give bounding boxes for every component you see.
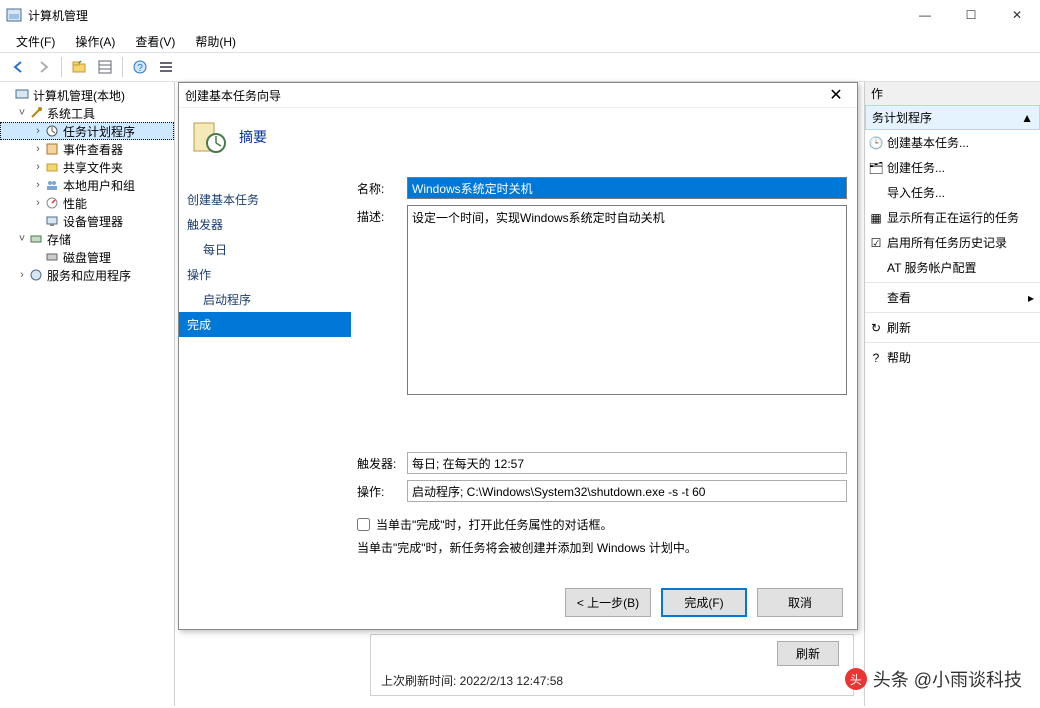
wizard-icon (189, 118, 227, 156)
up-button[interactable] (67, 55, 91, 79)
nav-trigger-daily[interactable]: 每日 (179, 237, 351, 262)
status-area: 上次刷新时间: 2022/2/13 12:47:58 刷新 (370, 634, 854, 696)
perf-icon (44, 195, 60, 211)
props-button[interactable] (93, 55, 117, 79)
tree-services[interactable]: ›服务和应用程序 (0, 266, 174, 284)
menu-help[interactable]: 帮助(H) (187, 31, 244, 52)
close-button[interactable]: ✕ (994, 0, 1040, 30)
users-icon (44, 177, 60, 193)
info-text: 当单击"完成"时，新任务将会被创建并添加到 Windows 计划中。 (357, 539, 847, 556)
open-props-checkbox[interactable] (357, 518, 370, 531)
toolbar: ? (0, 52, 1040, 82)
nav-finish[interactable]: 完成 (179, 312, 351, 337)
window-title: 计算机管理 (28, 7, 88, 24)
nav-action[interactable]: 操作 (179, 262, 351, 287)
svg-text:?: ? (137, 63, 143, 74)
window-buttons: — ☐ ✕ (902, 0, 1040, 30)
desc-label: 描述: (357, 205, 407, 225)
action-import[interactable]: 导入任务... (865, 180, 1040, 205)
history-icon: ☑ (869, 236, 883, 250)
watermark-icon: 头 (845, 668, 867, 690)
name-label: 名称: (357, 177, 407, 197)
name-input[interactable] (407, 177, 847, 199)
event-icon (44, 141, 60, 157)
list-button[interactable] (154, 55, 178, 79)
nav-back-button[interactable] (6, 55, 30, 79)
dialog-body: 创建基本任务 触发器 每日 操作 启动程序 完成 名称: 描述: 设定一个时间，… (179, 165, 857, 578)
action-create-basic[interactable]: 🕒创建基本任务... (865, 130, 1040, 155)
help-icon: ? (869, 351, 883, 365)
refresh-icon: ↻ (869, 321, 883, 335)
refresh-button[interactable]: 刷新 (777, 641, 839, 666)
device-icon (44, 213, 60, 229)
checkbox-label: 当单击"完成"时，打开此任务属性的对话框。 (376, 516, 613, 533)
action-at-account[interactable]: AT 服务帐户配置 (865, 255, 1040, 280)
storage-icon (28, 231, 44, 247)
running-icon: ▦ (869, 211, 883, 225)
wizard-form: 名称: 描述: 设定一个时间，实现Windows系统定时自动关机 触发器: 操作… (351, 165, 857, 578)
tree-event-viewer[interactable]: ›事件查看器 (0, 140, 174, 158)
last-refresh-label: 上次刷新时间: 2022/2/13 12:47:58 (381, 672, 563, 689)
dialog-title: 创建基本任务向导 (185, 87, 281, 104)
task-icon: 🗂 (869, 161, 883, 175)
actions-section: 务计划程序▲ (865, 105, 1040, 130)
help-button[interactable]: ? (128, 55, 152, 79)
disk-icon (44, 249, 60, 265)
tree-task-scheduler[interactable]: ›任务计划程序 (0, 122, 174, 140)
clock-icon (44, 123, 60, 139)
wizard-dialog: 创建基本任务向导 ✕ 摘要 创建基本任务 触发器 每日 操作 启动程序 完成 名… (178, 82, 858, 630)
action-help[interactable]: ?帮助 (865, 345, 1040, 370)
tree-shared-folders[interactable]: ›共享文件夹 (0, 158, 174, 176)
minimize-button[interactable]: — (902, 0, 948, 30)
tree-storage[interactable]: ˅存储 (0, 230, 174, 248)
dialog-heading: 摘要 (239, 127, 267, 147)
action-refresh[interactable]: ↻刷新 (865, 315, 1040, 340)
action-view[interactable]: 查看▸ (865, 285, 1040, 310)
chevron-right-icon: ▸ (1028, 291, 1034, 305)
share-icon (44, 159, 60, 175)
desc-textarea[interactable]: 设定一个时间，实现Windows系统定时自动关机 (407, 205, 847, 395)
finish-button[interactable]: 完成(F) (661, 588, 747, 617)
nav-tree[interactable]: 计算机管理(本地) ˅系统工具 ›任务计划程序 ›事件查看器 ›共享文件夹 ›本… (0, 82, 175, 706)
actions-header: 作 (865, 82, 1040, 105)
nav-trigger[interactable]: 触发器 (179, 212, 351, 237)
tree-root[interactable]: 计算机管理(本地) (0, 86, 174, 104)
dialog-close-button[interactable]: ✕ (821, 85, 851, 105)
tools-icon (28, 105, 44, 121)
nav-action-start[interactable]: 启动程序 (179, 287, 351, 312)
titlebar: 计算机管理 — ☐ ✕ (0, 0, 1040, 30)
app-icon (6, 7, 22, 23)
action-show-running[interactable]: ▦显示所有正在运行的任务 (865, 205, 1040, 230)
action-create-task[interactable]: 🗂创建任务... (865, 155, 1040, 180)
tree-performance[interactable]: ›性能 (0, 194, 174, 212)
wizard-nav: 创建基本任务 触发器 每日 操作 启动程序 完成 (179, 165, 351, 578)
dialog-buttons: < 上一步(B) 完成(F) 取消 (179, 578, 857, 629)
action-label: 操作: (357, 480, 407, 500)
watermark: 头 头条 @小雨谈科技 (845, 666, 1022, 692)
tree-disk-mgmt[interactable]: 磁盘管理 (0, 248, 174, 266)
menubar: 文件(F) 操作(A) 查看(V) 帮助(H) (0, 30, 1040, 52)
actions-pane: 作 务计划程序▲ 🕒创建基本任务... 🗂创建任务... 导入任务... ▦显示… (865, 82, 1040, 706)
action-enable-history[interactable]: ☑启用所有任务历史记录 (865, 230, 1040, 255)
tree-device-manager[interactable]: 设备管理器 (0, 212, 174, 230)
trigger-field (407, 452, 847, 474)
dialog-header: 摘要 (179, 107, 857, 165)
services-icon (28, 267, 44, 283)
menu-action[interactable]: 操作(A) (67, 31, 123, 52)
collapse-icon[interactable]: ▲ (1021, 111, 1033, 125)
menu-file[interactable]: 文件(F) (8, 31, 63, 52)
computer-icon (14, 87, 30, 103)
trigger-label: 触发器: (357, 452, 407, 472)
menu-view[interactable]: 查看(V) (127, 31, 183, 52)
nav-create[interactable]: 创建基本任务 (179, 187, 351, 212)
maximize-button[interactable]: ☐ (948, 0, 994, 30)
tree-system-tools[interactable]: ˅系统工具 (0, 104, 174, 122)
tree-local-users[interactable]: ›本地用户和组 (0, 176, 174, 194)
back-button[interactable]: < 上一步(B) (565, 588, 651, 617)
dialog-titlebar: 创建基本任务向导 ✕ (179, 83, 857, 107)
clock-icon: 🕒 (869, 136, 883, 150)
cancel-button[interactable]: 取消 (757, 588, 843, 617)
action-field (407, 480, 847, 502)
nav-forward-button[interactable] (32, 55, 56, 79)
